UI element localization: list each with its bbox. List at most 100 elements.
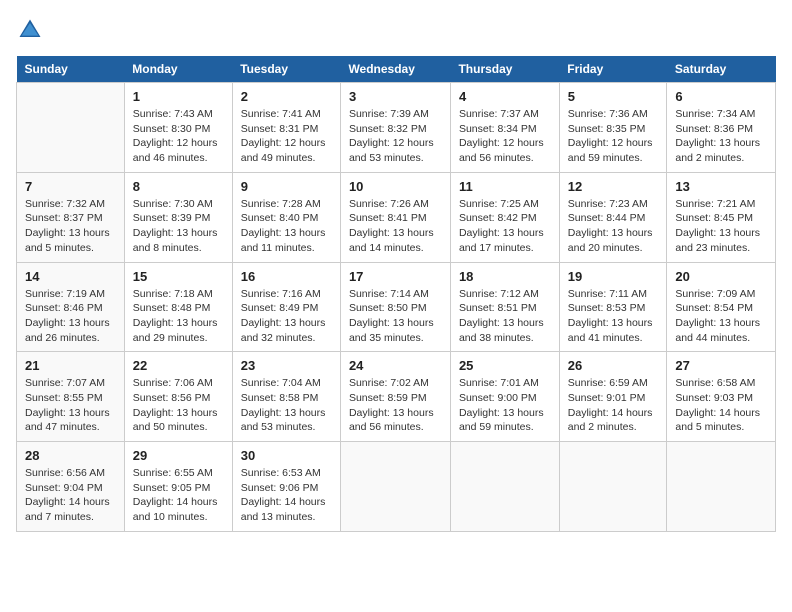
calendar-cell: 26 Sunrise: 6:59 AMSunset: 9:01 PMDayligh… <box>559 352 667 442</box>
day-number: 24 <box>349 358 442 373</box>
calendar-cell: 2 Sunrise: 7:41 AMSunset: 8:31 PMDaylight… <box>232 83 340 173</box>
day-number: 2 <box>241 89 332 104</box>
day-info: Sunrise: 7:06 AMSunset: 8:56 PMDaylight:… <box>133 376 224 435</box>
calendar-cell <box>559 442 667 532</box>
day-number: 25 <box>459 358 551 373</box>
day-number: 29 <box>133 448 224 463</box>
header-day-friday: Friday <box>559 56 667 83</box>
calendar-cell: 24 Sunrise: 7:02 AMSunset: 8:59 PMDayligh… <box>340 352 450 442</box>
calendar-cell: 9Sunrise: 7:28 AMSunset: 8:40 PMDaylight… <box>232 172 340 262</box>
calendar-cell <box>17 83 125 173</box>
calendar-cell: 13 Sunrise: 7:21 AMSunset: 8:45 PMDayligh… <box>667 172 776 262</box>
calendar-cell: 17 Sunrise: 7:14 AMSunset: 8:50 PMDayligh… <box>340 262 450 352</box>
header-day-sunday: Sunday <box>17 56 125 83</box>
calendar-cell: 10 Sunrise: 7:26 AMSunset: 8:41 PMDayligh… <box>340 172 450 262</box>
day-number: 17 <box>349 269 442 284</box>
day-info: Sunrise: 6:55 AMSunset: 9:05 PMDaylight:… <box>133 466 224 525</box>
day-number: 12 <box>568 179 659 194</box>
day-info: Sunrise: 7:43 AMSunset: 8:30 PMDaylight:… <box>133 107 224 166</box>
day-number: 7 <box>25 179 116 194</box>
day-info: Sunrise: 6:58 AMSunset: 9:03 PMDaylight:… <box>675 376 767 435</box>
day-info: Sunrise: 6:59 AMSunset: 9:01 PMDaylight:… <box>568 376 659 435</box>
day-info: Sunrise: 7:37 AMSunset: 8:34 PMDaylight:… <box>459 107 551 166</box>
header-day-saturday: Saturday <box>667 56 776 83</box>
day-number: 10 <box>349 179 442 194</box>
day-number: 15 <box>133 269 224 284</box>
day-info: Sunrise: 7:23 AMSunset: 8:44 PMDaylight:… <box>568 197 659 256</box>
day-info: Sunrise: 7:04 AMSunset: 8:58 PMDaylight:… <box>241 376 332 435</box>
day-info: Sunrise: 7:26 AMSunset: 8:41 PMDaylight:… <box>349 197 442 256</box>
header-row: SundayMondayTuesdayWednesdayThursdayFrid… <box>17 56 776 83</box>
calendar-cell: 16 Sunrise: 7:16 AMSunset: 8:49 PMDayligh… <box>232 262 340 352</box>
day-number: 3 <box>349 89 442 104</box>
day-number: 5 <box>568 89 659 104</box>
calendar-cell <box>450 442 559 532</box>
calendar-cell: 28 Sunrise: 6:56 AMSunset: 9:04 PMDayligh… <box>17 442 125 532</box>
day-number: 11 <box>459 179 551 194</box>
day-info: Sunrise: 7:14 AMSunset: 8:50 PMDaylight:… <box>349 287 442 346</box>
day-info: Sunrise: 6:53 AMSunset: 9:06 PMDaylight:… <box>241 466 332 525</box>
calendar-cell: 30 Sunrise: 6:53 AMSunset: 9:06 PMDayligh… <box>232 442 340 532</box>
week-row-5: 28 Sunrise: 6:56 AMSunset: 9:04 PMDayligh… <box>17 442 776 532</box>
day-info: Sunrise: 7:41 AMSunset: 8:31 PMDaylight:… <box>241 107 332 166</box>
day-info: Sunrise: 7:30 AMSunset: 8:39 PMDaylight:… <box>133 197 224 256</box>
day-info: Sunrise: 7:36 AMSunset: 8:35 PMDaylight:… <box>568 107 659 166</box>
day-number: 22 <box>133 358 224 373</box>
day-info: Sunrise: 7:02 AMSunset: 8:59 PMDaylight:… <box>349 376 442 435</box>
page-header <box>16 16 776 44</box>
day-info: Sunrise: 7:01 AMSunset: 9:00 PMDaylight:… <box>459 376 551 435</box>
day-info: Sunrise: 7:19 AMSunset: 8:46 PMDaylight:… <box>25 287 116 346</box>
day-info: Sunrise: 7:39 AMSunset: 8:32 PMDaylight:… <box>349 107 442 166</box>
calendar-header: SundayMondayTuesdayWednesdayThursdayFrid… <box>17 56 776 83</box>
calendar-cell: 18Sunrise: 7:12 AMSunset: 8:51 PMDayligh… <box>450 262 559 352</box>
day-number: 28 <box>25 448 116 463</box>
day-info: Sunrise: 7:21 AMSunset: 8:45 PMDaylight:… <box>675 197 767 256</box>
day-info: Sunrise: 6:56 AMSunset: 9:04 PMDaylight:… <box>25 466 116 525</box>
calendar-cell: 21 Sunrise: 7:07 AMSunset: 8:55 PMDayligh… <box>17 352 125 442</box>
day-number: 27 <box>675 358 767 373</box>
day-number: 19 <box>568 269 659 284</box>
calendar-table: SundayMondayTuesdayWednesdayThursdayFrid… <box>16 56 776 532</box>
day-info: Sunrise: 7:12 AMSunset: 8:51 PMDaylight:… <box>459 287 551 346</box>
day-number: 6 <box>675 89 767 104</box>
header-day-wednesday: Wednesday <box>340 56 450 83</box>
week-row-4: 21 Sunrise: 7:07 AMSunset: 8:55 PMDayligh… <box>17 352 776 442</box>
calendar-cell: 23 Sunrise: 7:04 AMSunset: 8:58 PMDayligh… <box>232 352 340 442</box>
calendar-cell: 3 Sunrise: 7:39 AMSunset: 8:32 PMDaylight… <box>340 83 450 173</box>
header-day-monday: Monday <box>124 56 232 83</box>
calendar-cell <box>340 442 450 532</box>
calendar-body: 1Sunrise: 7:43 AMSunset: 8:30 PMDaylight… <box>17 83 776 532</box>
calendar-cell: 29 Sunrise: 6:55 AMSunset: 9:05 PMDayligh… <box>124 442 232 532</box>
day-number: 13 <box>675 179 767 194</box>
day-info: Sunrise: 7:28 AMSunset: 8:40 PMDaylight:… <box>241 197 332 256</box>
calendar-cell: 5 Sunrise: 7:36 AMSunset: 8:35 PMDaylight… <box>559 83 667 173</box>
day-number: 26 <box>568 358 659 373</box>
day-number: 21 <box>25 358 116 373</box>
day-info: Sunrise: 7:07 AMSunset: 8:55 PMDaylight:… <box>25 376 116 435</box>
day-info: Sunrise: 7:16 AMSunset: 8:49 PMDaylight:… <box>241 287 332 346</box>
day-number: 8 <box>133 179 224 194</box>
calendar-cell: 27 Sunrise: 6:58 AMSunset: 9:03 PMDayligh… <box>667 352 776 442</box>
calendar-cell: 11Sunrise: 7:25 AMSunset: 8:42 PMDayligh… <box>450 172 559 262</box>
day-number: 30 <box>241 448 332 463</box>
week-row-1: 1Sunrise: 7:43 AMSunset: 8:30 PMDaylight… <box>17 83 776 173</box>
calendar-cell: 7 Sunrise: 7:32 AMSunset: 8:37 PMDaylight… <box>17 172 125 262</box>
calendar-cell: 14Sunrise: 7:19 AMSunset: 8:46 PMDayligh… <box>17 262 125 352</box>
week-row-2: 7 Sunrise: 7:32 AMSunset: 8:37 PMDaylight… <box>17 172 776 262</box>
day-number: 23 <box>241 358 332 373</box>
header-day-thursday: Thursday <box>450 56 559 83</box>
calendar-cell: 19 Sunrise: 7:11 AMSunset: 8:53 PMDayligh… <box>559 262 667 352</box>
day-info: Sunrise: 7:32 AMSunset: 8:37 PMDaylight:… <box>25 197 116 256</box>
calendar-cell: 8 Sunrise: 7:30 AMSunset: 8:39 PMDaylight… <box>124 172 232 262</box>
calendar-cell: 12 Sunrise: 7:23 AMSunset: 8:44 PMDayligh… <box>559 172 667 262</box>
calendar-cell: 22 Sunrise: 7:06 AMSunset: 8:56 PMDayligh… <box>124 352 232 442</box>
day-info: Sunrise: 7:18 AMSunset: 8:48 PMDaylight:… <box>133 287 224 346</box>
calendar-cell <box>667 442 776 532</box>
day-number: 16 <box>241 269 332 284</box>
day-info: Sunrise: 7:34 AMSunset: 8:36 PMDaylight:… <box>675 107 767 166</box>
calendar-cell: 1Sunrise: 7:43 AMSunset: 8:30 PMDaylight… <box>124 83 232 173</box>
day-info: Sunrise: 7:11 AMSunset: 8:53 PMDaylight:… <box>568 287 659 346</box>
week-row-3: 14Sunrise: 7:19 AMSunset: 8:46 PMDayligh… <box>17 262 776 352</box>
day-number: 20 <box>675 269 767 284</box>
header-day-tuesday: Tuesday <box>232 56 340 83</box>
